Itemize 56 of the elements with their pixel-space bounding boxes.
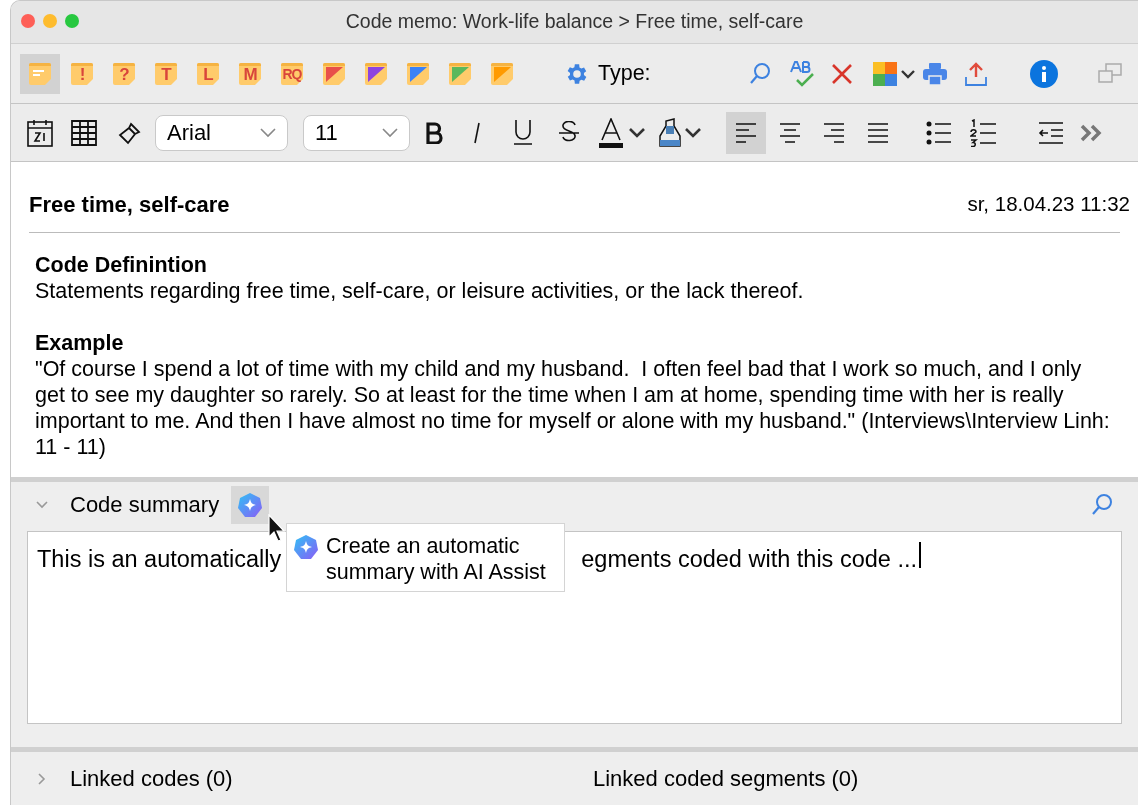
type-label: Type: <box>598 60 651 88</box>
font-dropdown[interactable]: Arial <box>155 114 288 151</box>
memo-type-button[interactable]: M <box>230 53 270 94</box>
close-window-button[interactable] <box>21 14 35 28</box>
note-icon <box>196 61 220 86</box>
calendar-icon[interactable] <box>27 118 53 147</box>
memo-type-button[interactable]: T <box>146 53 186 94</box>
note-icon <box>238 61 262 86</box>
sparkle-icon <box>237 491 264 518</box>
chevron-down-icon <box>382 127 398 138</box>
memo-type-button[interactable]: L <box>188 53 228 94</box>
highlighter-icon[interactable] <box>658 117 682 148</box>
bold-icon[interactable] <box>425 121 443 144</box>
underline-icon[interactable] <box>512 119 534 146</box>
memo-type-button[interactable]: ! <box>62 53 102 94</box>
note-icon <box>112 61 136 86</box>
search-icon[interactable] <box>1090 492 1114 517</box>
delete-icon[interactable] <box>830 62 853 85</box>
tooltip-text: Create an automatic summary with AI Assist <box>326 533 547 585</box>
table-icon[interactable] <box>71 119 97 146</box>
note-icon <box>28 61 52 86</box>
memo-date: sr, 18.04.23 11:32 <box>967 191 1130 218</box>
section-heading: Code Definintion <box>35 252 208 278</box>
section-text: "Of course I spend a lot of time with my child and my husband. I often feel bad that I work so much, and I only get to see my daughter so rarely. So at least for the time when I am at home, spending time with her is really important to me. And then I have almost no time for myself or alone with my husband." (Interviews\Interview Linh: 11 - 11) <box>35 356 1111 460</box>
search-icon[interactable] <box>747 61 772 86</box>
info-icon[interactable] <box>1029 59 1058 88</box>
text-cursor <box>918 542 921 568</box>
more-icon[interactable] <box>1080 123 1104 142</box>
note-icon <box>70 61 94 86</box>
font-size-dropdown[interactable]: 11 <box>303 114 410 151</box>
memo-type-button[interactable]: ? <box>104 53 144 94</box>
section-text: Statements regarding free time, self-care, or leisure activities, or the lack thereof. <box>35 278 805 304</box>
linked-codes-label[interactable]: Linked codes (0) <box>70 762 593 795</box>
print-icon[interactable] <box>921 61 948 86</box>
chevron-down-icon <box>260 127 276 138</box>
memo-title: Free time, self-care <box>29 191 230 219</box>
chevron-down-icon[interactable] <box>684 126 702 139</box>
chevron-down-icon[interactable] <box>628 126 646 139</box>
sparkle-icon <box>293 534 319 560</box>
export-icon[interactable] <box>963 60 988 87</box>
ai-assist-button[interactable] <box>231 485 270 524</box>
chevron-down-icon[interactable] <box>899 68 916 79</box>
linked-segments-label[interactable]: Linked coded segments (0) <box>593 762 859 795</box>
section-title: Code summary <box>70 491 220 519</box>
chevron-right-icon[interactable] <box>37 771 47 786</box>
text-color-icon[interactable] <box>598 117 624 148</box>
align-left-button[interactable] <box>726 111 766 154</box>
memo-type-button[interactable]: RQ <box>272 53 312 94</box>
note-icon <box>154 61 178 86</box>
outdent-icon[interactable] <box>1038 121 1064 144</box>
spellcheck-icon[interactable] <box>788 59 815 88</box>
numbered-list-icon[interactable] <box>970 118 996 147</box>
note-icon <box>280 61 304 86</box>
bulleted-list-icon[interactable] <box>926 119 952 146</box>
window-title: Code memo: Work-life balance > Free time, self-care <box>345 9 804 35</box>
section-heading: Example <box>35 330 125 356</box>
